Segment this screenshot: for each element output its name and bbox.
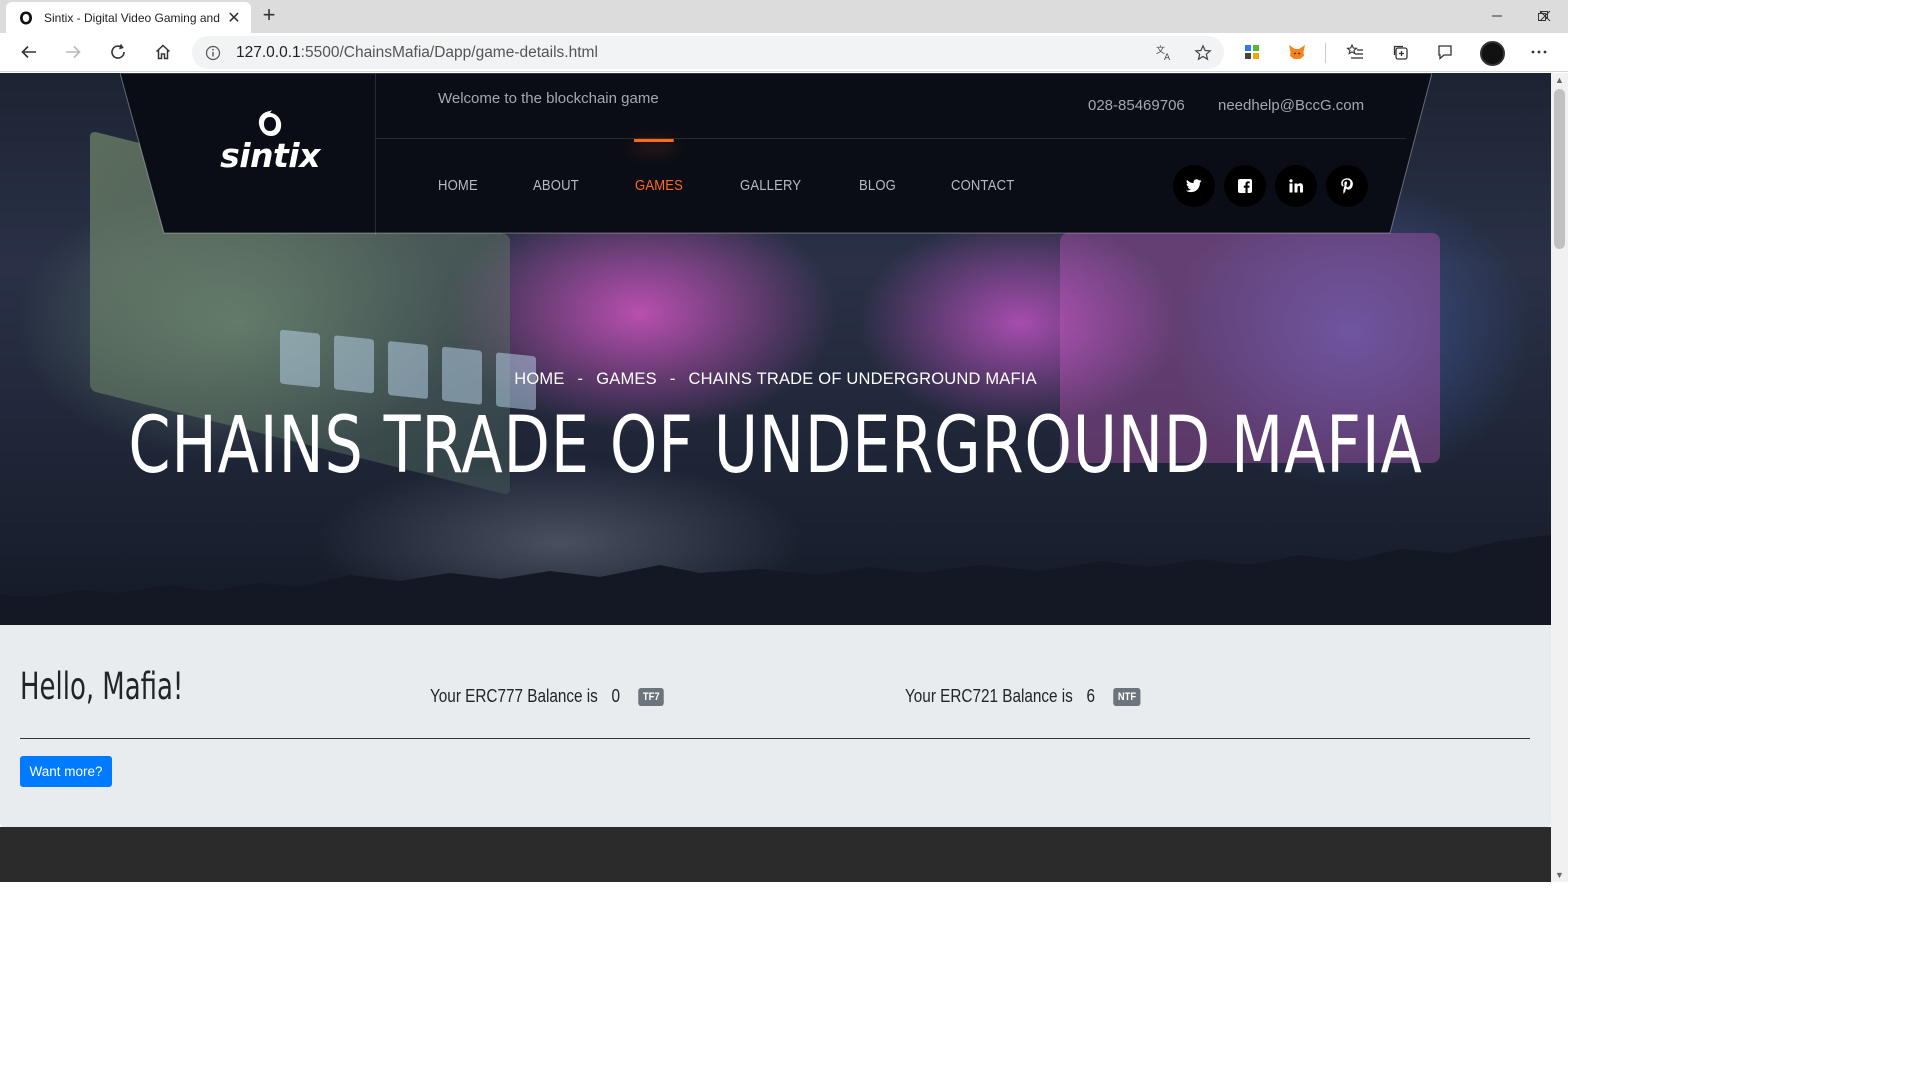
site-favicon-icon (18, 10, 34, 26)
welcome-text: Welcome to the blockchain game (438, 90, 659, 107)
toolbar-separator (1325, 43, 1326, 63)
url-path: :5500/ChainsMafia/Dapp/game-details.html (300, 43, 598, 61)
breadcrumb-separator: - (577, 370, 584, 388)
feedback-icon[interactable] (1430, 37, 1460, 67)
site-info-icon[interactable] (204, 44, 222, 62)
page-scrollbar[interactable]: ▲ ▼ (1551, 73, 1568, 882)
forward-icon[interactable] (58, 37, 88, 67)
collections-icon[interactable] (1386, 37, 1416, 67)
tab-title: Sintix - Digital Video Gaming and (44, 10, 220, 25)
breadcrumb-home[interactable]: HOME (514, 370, 564, 388)
twitter-icon[interactable] (1173, 165, 1215, 207)
erc777-balance: Your ERC777 Balance is 0 TF7 (430, 686, 664, 707)
nav-blog[interactable]: BLOG (859, 139, 896, 235)
browser-tab-bar: Sintix - Digital Video Gaming and ✕ + (0, 0, 1568, 33)
contact-phone[interactable]: 028-85469706 (1088, 97, 1185, 114)
erc721-value: 6 (1086, 686, 1095, 706)
more-menu-icon[interactable] (1524, 37, 1554, 67)
address-bar[interactable]: 127.0.0.1:5500/ChainsMafia/Dapp/game-det… (192, 36, 1224, 69)
facebook-icon[interactable] (1224, 165, 1266, 207)
metamask-fox-icon[interactable] (1282, 37, 1312, 67)
breadcrumb-separator: - (669, 370, 676, 388)
home-icon[interactable] (148, 37, 178, 67)
nav-contact[interactable]: CONTACT (951, 139, 1014, 235)
erc777-badge: TF7 (638, 687, 664, 706)
breadcrumb-current: CHAINS TRADE OF UNDERGROUND MAFIA (688, 370, 1037, 388)
favorite-star-icon[interactable] (1191, 41, 1215, 65)
url-text: 127.0.0.1:5500/ChainsMafia/Dapp/game-det… (236, 44, 598, 62)
scroll-down-icon[interactable]: ▼ (1555, 870, 1564, 880)
profile-avatar[interactable] (1480, 41, 1505, 66)
minimize-icon[interactable] (1474, 0, 1520, 32)
account-panel: Hello, Mafia! Your ERC777 Balance is 0 T… (0, 625, 1551, 827)
contact-email[interactable]: needhelp@BccG.com (1218, 97, 1364, 114)
greeting-heading: Hello, Mafia! (20, 665, 184, 708)
breadcrumb: HOME - GAMES - CHAINS TRADE OF UNDERGROUND M… (0, 370, 1551, 389)
site-logo[interactable]: sintix (215, 109, 325, 184)
nav-home[interactable]: HOME (438, 139, 478, 235)
favorites-icon[interactable] (1340, 37, 1370, 67)
scrollbar-thumb[interactable] (1554, 89, 1565, 249)
close-window-icon[interactable] (1522, 0, 1568, 32)
linkedin-icon[interactable] (1275, 165, 1317, 207)
url-host: 127.0.0.1 (236, 43, 301, 61)
erc777-label: Your ERC777 Balance is (430, 686, 598, 706)
page-viewport: sintix Welcome to the blockchain game 02… (0, 73, 1551, 882)
new-tab-icon[interactable]: + (258, 4, 280, 27)
nav-gallery[interactable]: GALLERY (740, 139, 801, 235)
site-header: sintix Welcome to the blockchain game 02… (120, 73, 1432, 235)
translate-icon[interactable]: 文A (1152, 41, 1176, 65)
erc721-label: Your ERC721 Balance is (905, 686, 1073, 706)
erc777-value: 0 (611, 686, 620, 706)
tab-close-icon[interactable]: ✕ (225, 9, 243, 27)
breadcrumb-games[interactable]: GAMES (596, 370, 657, 388)
scroll-up-icon[interactable]: ▲ (1555, 75, 1564, 85)
page-title: CHAINS TRADE OF UNDERGROUND MAFIA (128, 401, 1423, 491)
pinterest-icon[interactable] (1326, 165, 1368, 207)
main-nav: HOME ABOUT GAMES GALLERY BLOG CONTACT (438, 139, 1072, 235)
browser-tab[interactable]: Sintix - Digital Video Gaming and ✕ (6, 2, 251, 33)
logo-text: sintix (220, 136, 320, 175)
extensions-icon[interactable] (1237, 37, 1267, 67)
nav-about[interactable]: ABOUT (533, 139, 579, 235)
nav-games[interactable]: GAMES (634, 139, 683, 235)
sintix-logo-icon (258, 110, 282, 136)
page-footer (0, 827, 1551, 882)
erc721-balance: Your ERC721 Balance is 6 NTF (905, 686, 1141, 707)
browser-toolbar: 127.0.0.1:5500/ChainsMafia/Dapp/game-det… (0, 33, 1568, 72)
want-more-button[interactable]: Want more? (20, 756, 112, 787)
hero-bottom-edge (0, 535, 1551, 625)
refresh-icon[interactable] (103, 37, 133, 67)
panel-divider (20, 738, 1530, 739)
back-icon[interactable] (14, 37, 44, 67)
svg-text:A: A (1164, 53, 1171, 62)
erc721-badge: NTF (1113, 687, 1141, 706)
header-divider-vertical (375, 73, 376, 235)
